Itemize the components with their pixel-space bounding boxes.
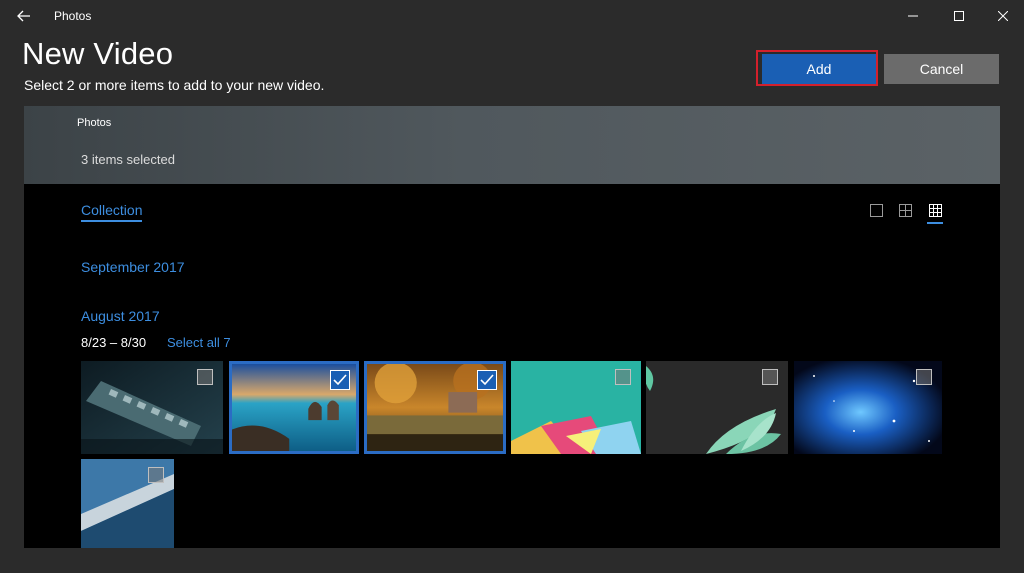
large-view-button[interactable]: [867, 201, 885, 219]
photo-picker-panel: Photos 3 items selected Collection Septe…: [24, 106, 1000, 548]
selection-header-title: Photos: [77, 117, 112, 129]
page-title: New Video: [22, 36, 174, 71]
photo-thumbnail-memory-module[interactable]: [81, 361, 223, 454]
photo-thumbnail-leaf-fronds[interactable]: [646, 361, 788, 454]
page-subtitle: Select 2 or more items to add to your ne…: [24, 77, 325, 93]
date-range: 8/23 – 8/30: [81, 335, 147, 350]
small-view-button[interactable]: [926, 201, 944, 224]
selected-count: 3 items selected: [81, 152, 175, 167]
selection-header: Photos 3 items selected: [24, 106, 1000, 184]
maximize-button[interactable]: [936, 0, 982, 32]
checkmark-icon: [480, 374, 494, 386]
minimize-button[interactable]: [890, 0, 936, 32]
back-arrow-icon: [17, 10, 30, 22]
small-tile-view-icon: [928, 203, 942, 217]
photo-thumbnail-blue-abstract[interactable]: [81, 459, 174, 548]
selected-checkbox[interactable]: [330, 370, 350, 390]
month-september-2017[interactable]: September 2017: [81, 259, 185, 275]
photo-thumbnail-sea-rocks[interactable]: [229, 361, 359, 454]
close-icon: [998, 11, 1008, 21]
select-checkbox[interactable]: [762, 369, 778, 385]
close-button[interactable]: [980, 0, 1024, 32]
month-august-2017[interactable]: August 2017: [81, 308, 160, 324]
select-checkbox[interactable]: [615, 369, 631, 385]
select-checkbox[interactable]: [148, 467, 164, 483]
checkmark-icon: [333, 374, 347, 386]
back-button[interactable]: [8, 4, 40, 28]
cancel-button[interactable]: Cancel: [884, 54, 999, 84]
photo-thumbnail-blue-nebula[interactable]: [794, 361, 942, 454]
title-bar: Photos: [0, 0, 1024, 32]
selected-checkbox[interactable]: [477, 370, 497, 390]
minimize-icon: [908, 15, 918, 17]
photo-thumbnail-autumn-trees[interactable]: [364, 361, 506, 454]
select-all-link[interactable]: Select all 7: [167, 335, 231, 350]
medium-view-button[interactable]: [896, 201, 914, 219]
add-button[interactable]: Add: [762, 54, 876, 84]
select-checkbox[interactable]: [197, 369, 213, 385]
maximize-icon: [954, 11, 964, 21]
photo-thumbnail-teal-geometric[interactable]: [511, 361, 641, 454]
app-title: Photos: [54, 9, 92, 23]
medium-tile-view-icon: [898, 203, 912, 217]
select-checkbox[interactable]: [916, 369, 932, 385]
tab-collection[interactable]: Collection: [81, 202, 143, 222]
large-tile-view-icon: [869, 203, 883, 217]
